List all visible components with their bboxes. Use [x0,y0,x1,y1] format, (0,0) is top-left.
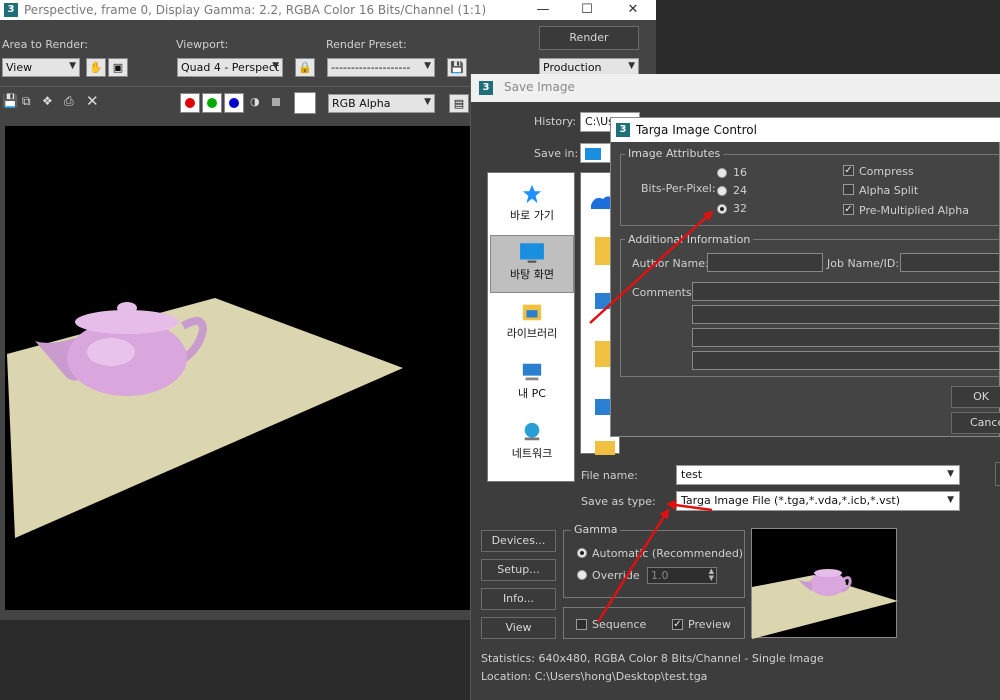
annotation-arrows [589,210,714,623]
arrow-to-32bit [589,210,714,324]
arrow-to-file-type [596,508,670,623]
arrow-to-file-type-right [666,500,713,512]
